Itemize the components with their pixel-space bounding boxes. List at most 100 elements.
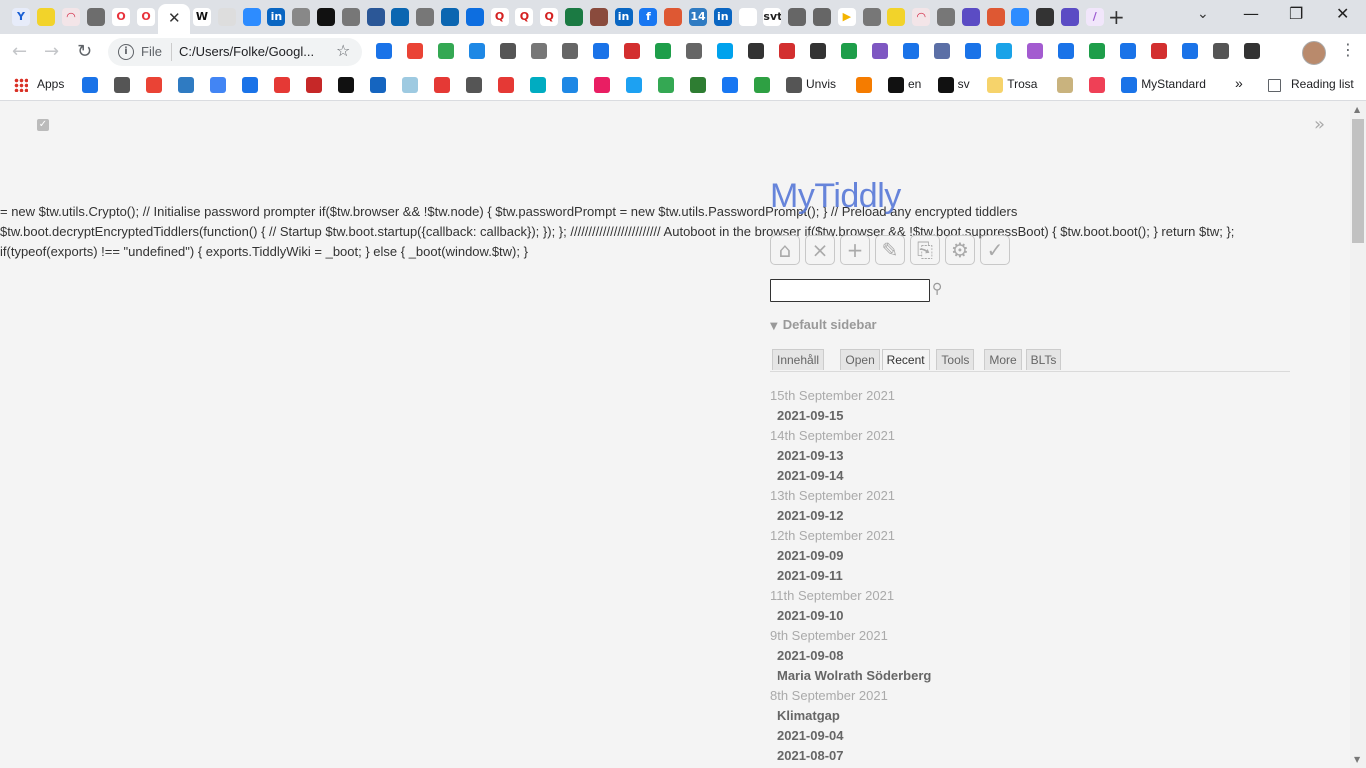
tab-favicon[interactable]: ◠ xyxy=(912,8,931,26)
bookmark-icon[interactable] xyxy=(658,77,674,93)
save-wiki-icon[interactable]: ✓ xyxy=(980,235,1010,265)
extension-icon[interactable] xyxy=(1151,43,1167,59)
new-tab-button[interactable]: + xyxy=(1108,5,1125,29)
tab-favicon[interactable] xyxy=(37,8,55,26)
tab-favicon[interactable] xyxy=(341,8,360,26)
extension-icon[interactable] xyxy=(407,43,423,59)
extension-icon[interactable] xyxy=(779,43,795,59)
page-scrollbar[interactable]: ▲ ▼ xyxy=(1350,101,1366,768)
tab-favicon[interactable]: f xyxy=(639,8,658,26)
control-panel-icon[interactable]: ⚙ xyxy=(945,235,975,265)
tab-favicon[interactable]: Q xyxy=(515,8,534,26)
bookmark-icon[interactable] xyxy=(434,77,450,93)
extension-icon[interactable] xyxy=(438,43,454,59)
address-bar[interactable]: i File C:/Users/Folke/Googl... ☆ xyxy=(108,38,362,66)
tab-favicon[interactable] xyxy=(441,8,459,26)
sidebar-search-input[interactable] xyxy=(770,279,930,302)
home-icon[interactable]: ⌂ xyxy=(770,235,800,265)
bookmark-icon[interactable] xyxy=(594,77,610,93)
tab-favicon[interactable] xyxy=(813,8,831,26)
tab-favicon[interactable] xyxy=(738,8,757,26)
bookmark-icon[interactable] xyxy=(242,77,258,93)
bookmark-icon[interactable] xyxy=(888,77,904,93)
tab-favicon[interactable]: svt xyxy=(763,8,782,26)
bookmark-icon[interactable] xyxy=(562,77,578,93)
bookmark-label[interactable]: MyStandard xyxy=(1141,77,1206,91)
extension-icon[interactable] xyxy=(872,43,888,59)
reading-list-button[interactable]: Reading list xyxy=(1291,77,1354,91)
scroll-up-arrow[interactable]: ▲ xyxy=(1354,105,1360,114)
bookmark-icon[interactable] xyxy=(466,77,482,93)
bookmark-icon[interactable] xyxy=(114,77,130,93)
bookmark-icon[interactable] xyxy=(82,77,98,93)
tab-favicon[interactable] xyxy=(416,8,435,26)
reload-button[interactable]: ↻ xyxy=(77,41,92,62)
new-journal-icon[interactable]: ✎ xyxy=(875,235,905,265)
extension-icon[interactable] xyxy=(934,43,950,59)
bookmark-icon[interactable] xyxy=(498,77,514,93)
tab-more[interactable]: More xyxy=(984,349,1022,370)
bookmark-icon[interactable] xyxy=(987,77,1004,93)
extension-icon[interactable] xyxy=(376,43,392,59)
tab-favicon[interactable]: O xyxy=(137,8,155,26)
tab-favicon[interactable] xyxy=(589,8,608,26)
bookmark-icon[interactable] xyxy=(1121,77,1138,93)
tab-favicon[interactable]: / xyxy=(1085,8,1104,26)
recent-tiddler-link[interactable]: 2021-09-12 xyxy=(770,506,1170,526)
new-tiddler-icon[interactable]: + xyxy=(840,235,870,265)
tab-innehåll[interactable]: Innehåll xyxy=(772,349,825,370)
tab-tools[interactable]: Tools xyxy=(936,349,975,370)
extension-icon[interactable] xyxy=(593,43,609,59)
bookmark-icon[interactable] xyxy=(754,77,770,93)
bookmark-icon[interactable] xyxy=(856,77,872,93)
bookmark-icon[interactable] xyxy=(306,77,322,93)
tab-favicon[interactable]: in xyxy=(614,8,633,26)
tab-favicon[interactable]: in xyxy=(267,8,286,26)
extension-icon[interactable] xyxy=(1027,43,1043,59)
bookmark-icon[interactable] xyxy=(338,77,354,93)
import-icon[interactable]: ⎘ xyxy=(910,235,940,265)
tab-favicon[interactable] xyxy=(217,8,236,26)
close-window-button[interactable]: ✕ xyxy=(1336,4,1349,23)
profile-avatar[interactable] xyxy=(1302,41,1326,65)
recent-tiddler-link[interactable]: 2021-09-13 xyxy=(770,446,1170,466)
tab-favicon[interactable] xyxy=(961,8,980,26)
extension-icon[interactable] xyxy=(1120,43,1136,59)
tab-favicon[interactable]: 14 xyxy=(689,8,707,26)
tab-favicon[interactable] xyxy=(87,8,105,26)
extension-icon[interactable] xyxy=(624,43,640,59)
tab-favicon[interactable]: ◠ xyxy=(62,8,80,26)
bookmark-icon[interactable] xyxy=(1057,77,1074,93)
tab-favicon[interactable] xyxy=(366,8,385,26)
extension-icon[interactable] xyxy=(965,43,981,59)
bookmark-icon[interactable] xyxy=(274,77,290,93)
extension-icon[interactable] xyxy=(1182,43,1198,59)
extension-icon[interactable] xyxy=(748,43,764,59)
extension-icon[interactable] xyxy=(810,43,826,59)
tab-open[interactable]: Open xyxy=(840,349,880,370)
extension-icon[interactable] xyxy=(531,43,547,59)
tab-favicon[interactable]: Q xyxy=(540,8,559,26)
tab-favicon[interactable] xyxy=(1011,8,1030,26)
bookmarks-overflow-button[interactable]: » xyxy=(1235,75,1243,91)
recent-tiddler-link[interactable]: 2021-09-09 xyxy=(770,546,1170,566)
tab-favicon[interactable] xyxy=(292,8,311,26)
minimize-button[interactable]: — xyxy=(1243,4,1259,23)
bookmark-icon[interactable] xyxy=(626,77,642,93)
back-button[interactable]: ← xyxy=(12,41,27,62)
tab-favicon[interactable] xyxy=(317,8,335,26)
toggle-sidebar-icon[interactable]: » xyxy=(1314,114,1325,135)
bookmark-icon[interactable] xyxy=(937,77,954,93)
tab-favicon[interactable]: Q xyxy=(490,8,509,26)
bookmark-icon[interactable] xyxy=(530,77,546,93)
extension-icon[interactable] xyxy=(1213,43,1229,59)
bookmark-star-icon[interactable]: ☆ xyxy=(336,41,350,60)
tab-favicon[interactable] xyxy=(887,8,906,26)
bookmark-apps[interactable]: Apps xyxy=(37,77,64,91)
site-info-icon[interactable]: i xyxy=(118,44,134,60)
bookmark-icon[interactable] xyxy=(178,77,194,93)
recent-tiddler-link[interactable]: 2021-09-04 xyxy=(770,726,1170,746)
tab-favicon[interactable]: ▶ xyxy=(837,8,856,26)
recent-tiddler-link[interactable]: Klimatgap xyxy=(770,706,1170,726)
bookmark-label[interactable]: en xyxy=(908,77,921,91)
